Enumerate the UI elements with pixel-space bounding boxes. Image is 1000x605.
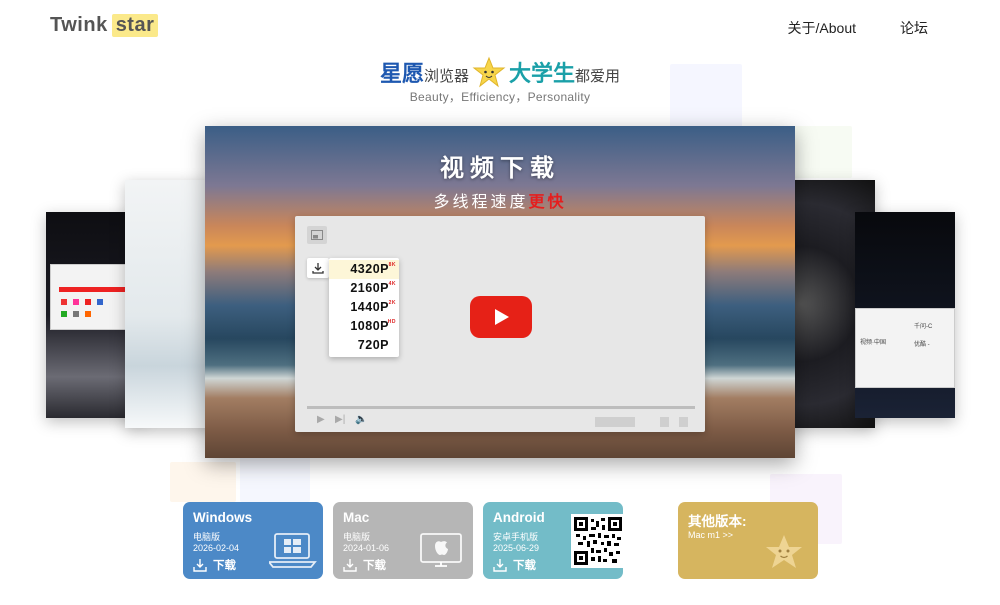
laptop-windows-icon (269, 533, 317, 568)
hero-word-love: 都爱用 (575, 68, 621, 85)
download-action[interactable]: 下载 (193, 557, 236, 573)
slide-tab-label: 视频·中国 (860, 340, 886, 346)
platform-name: Windows (193, 510, 253, 525)
release-date: 2025-06-29 (493, 543, 540, 553)
download-action[interactable]: 下载 (343, 557, 386, 573)
download-icon (343, 558, 357, 572)
download-icon (193, 558, 207, 572)
resolution-option[interactable]: 1080P HD (329, 317, 399, 336)
slide-tab-label: 优酷 - (914, 342, 930, 348)
top-nav: 关于/About 论坛 (788, 18, 928, 38)
decor-square (790, 126, 852, 178)
slide-subtitle: 多线程速度更快 (205, 188, 795, 212)
resolution-menu: 4320P 8K 2160P 4K 1440P 2K 1080P HD 720P (329, 258, 399, 357)
star-mascot-icon (472, 56, 506, 90)
hero-word-xingyuan: 星愿 (379, 61, 424, 86)
release-date: 2026-02-04 (193, 543, 240, 553)
next-icon[interactable]: ▶| (335, 414, 345, 425)
download-card-android[interactable]: Android 安卓手机版 2025-06-29 下载 (483, 502, 623, 579)
platform-subtitle: 电脑版 (343, 532, 371, 542)
platform-name: Android (493, 510, 545, 525)
platform-name: Mac (343, 510, 370, 525)
video-progress-bar[interactable] (307, 406, 695, 409)
platform-subtitle: 安卓手机版 (493, 532, 539, 542)
slide-title: 视频下载 (440, 155, 560, 182)
release-date: 2024-01-06 (343, 543, 390, 553)
slide-subtitle-text: 多线程速度 (433, 194, 529, 211)
download-card-mac[interactable]: Mac 电脑版 2024-01-06 下载 (333, 502, 473, 579)
download-action[interactable]: 下载 (493, 557, 536, 573)
hero-word-browser: 浏览器 (423, 68, 469, 85)
platform-name: 其他版本: (688, 514, 747, 529)
monitor-apple-icon (420, 533, 462, 567)
slide-subtitle-highlight: 更快 (528, 194, 567, 211)
hero-word-students: 大学生 (509, 61, 576, 86)
download-icon (493, 558, 507, 572)
hero-tagline: Beauty，Efficiency，Personality (409, 90, 591, 104)
download-label: 下载 (363, 560, 386, 572)
volume-icon[interactable]: 🔈 (355, 414, 367, 425)
hero-heading: 星愿 浏览器 大学生 都爱用 Beauty，Efficiency，Persona… (0, 54, 1000, 105)
logo[interactable]: Twink star (50, 14, 159, 37)
other-version-link[interactable]: Mac m1 >> (688, 530, 733, 540)
nav-forum-link[interactable]: 论坛 (900, 18, 928, 38)
picture-in-picture-icon[interactable] (307, 226, 327, 244)
logo-text-primary: Twink (50, 14, 108, 36)
logo-text-highlight: star (111, 14, 159, 37)
download-card-windows[interactable]: Windows 电脑版 2026-02-04 下载 (183, 502, 323, 579)
fullscreen-icon[interactable] (679, 417, 688, 427)
time-display-placeholder (595, 417, 635, 427)
carousel-slide-far-right[interactable]: 千问-C 视频·中国 优酷 - (855, 212, 955, 418)
settings-icon[interactable] (660, 417, 669, 427)
platform-subtitle: 电脑版 (193, 532, 221, 542)
download-label: 下载 (213, 560, 236, 572)
video-player-mock: 4320P 8K 2160P 4K 1440P 2K 1080P HD 720P ▶ ▶… (295, 216, 705, 432)
play-button-icon[interactable] (470, 296, 532, 338)
slide-tab-label: 千问-C (914, 324, 933, 330)
download-card-other[interactable]: 其他版本: Mac m1 >> (678, 502, 818, 579)
slide-browser-preview: 千问-C 视频·中国 优酷 - (855, 308, 955, 388)
resolution-option[interactable]: 720P (329, 336, 399, 355)
download-label: 下载 (513, 560, 536, 572)
carousel-slide-main[interactable]: 视频下载 多线程速度更快 4320P 8K 2160P 4K 1440P 2K 108… (205, 126, 795, 458)
decor-square (240, 456, 310, 502)
qr-code (571, 514, 623, 568)
download-icon[interactable] (307, 258, 329, 278)
decor-square (670, 64, 742, 128)
decor-square (170, 462, 236, 502)
nav-about-link[interactable]: 关于/About (788, 18, 856, 38)
play-icon[interactable]: ▶ (317, 414, 325, 425)
star-mascot-icon (766, 535, 802, 568)
